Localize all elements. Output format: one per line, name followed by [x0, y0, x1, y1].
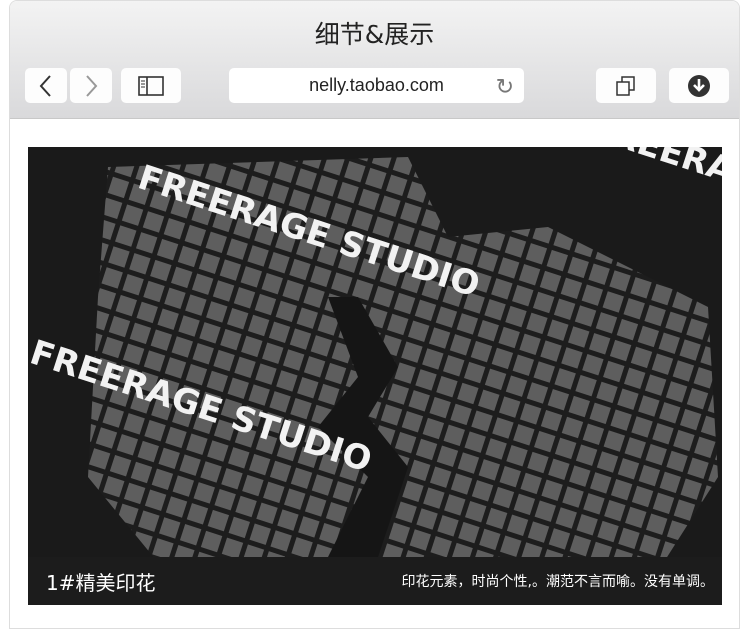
url-text: nelly.taobao.com	[309, 75, 444, 95]
tabs-icon	[616, 75, 635, 96]
print-artwork: FREERAGE STUDIO FREERAGE STUDIO FREERAGE…	[28, 147, 722, 605]
tabs-button[interactable]	[596, 68, 656, 103]
sidebar-icon	[138, 75, 164, 96]
page-title: 细节&展示	[314, 20, 435, 49]
browser-toolbar: 细节&展示 nelly.taobao.com ↻	[10, 1, 739, 119]
sidebar-button[interactable]	[121, 68, 181, 103]
caption-title: 1#精美印花	[46, 570, 156, 595]
chevron-left-icon	[39, 74, 51, 97]
download-icon	[688, 74, 710, 97]
address-bar[interactable]: nelly.taobao.com ↻	[229, 68, 524, 103]
caption-bar: 1#精美印花 印花元素，时尚个性,。潮范不言而喻。没有单调。	[28, 557, 722, 605]
product-detail-image: FREERAGE STUDIO FREERAGE STUDIO FREERAGE…	[28, 147, 722, 605]
forward-button[interactable]	[70, 68, 112, 103]
download-button[interactable]	[669, 68, 729, 103]
chevron-right-icon	[86, 74, 98, 97]
reload-icon[interactable]: ↻	[496, 74, 514, 100]
browser-window: 细节&展示 nelly.taobao.com ↻ FREERAGE STUDIO…	[9, 0, 740, 629]
back-button[interactable]	[25, 68, 67, 103]
caption-description: 印花元素，时尚个性,。潮范不言而喻。没有单调。	[401, 574, 714, 590]
